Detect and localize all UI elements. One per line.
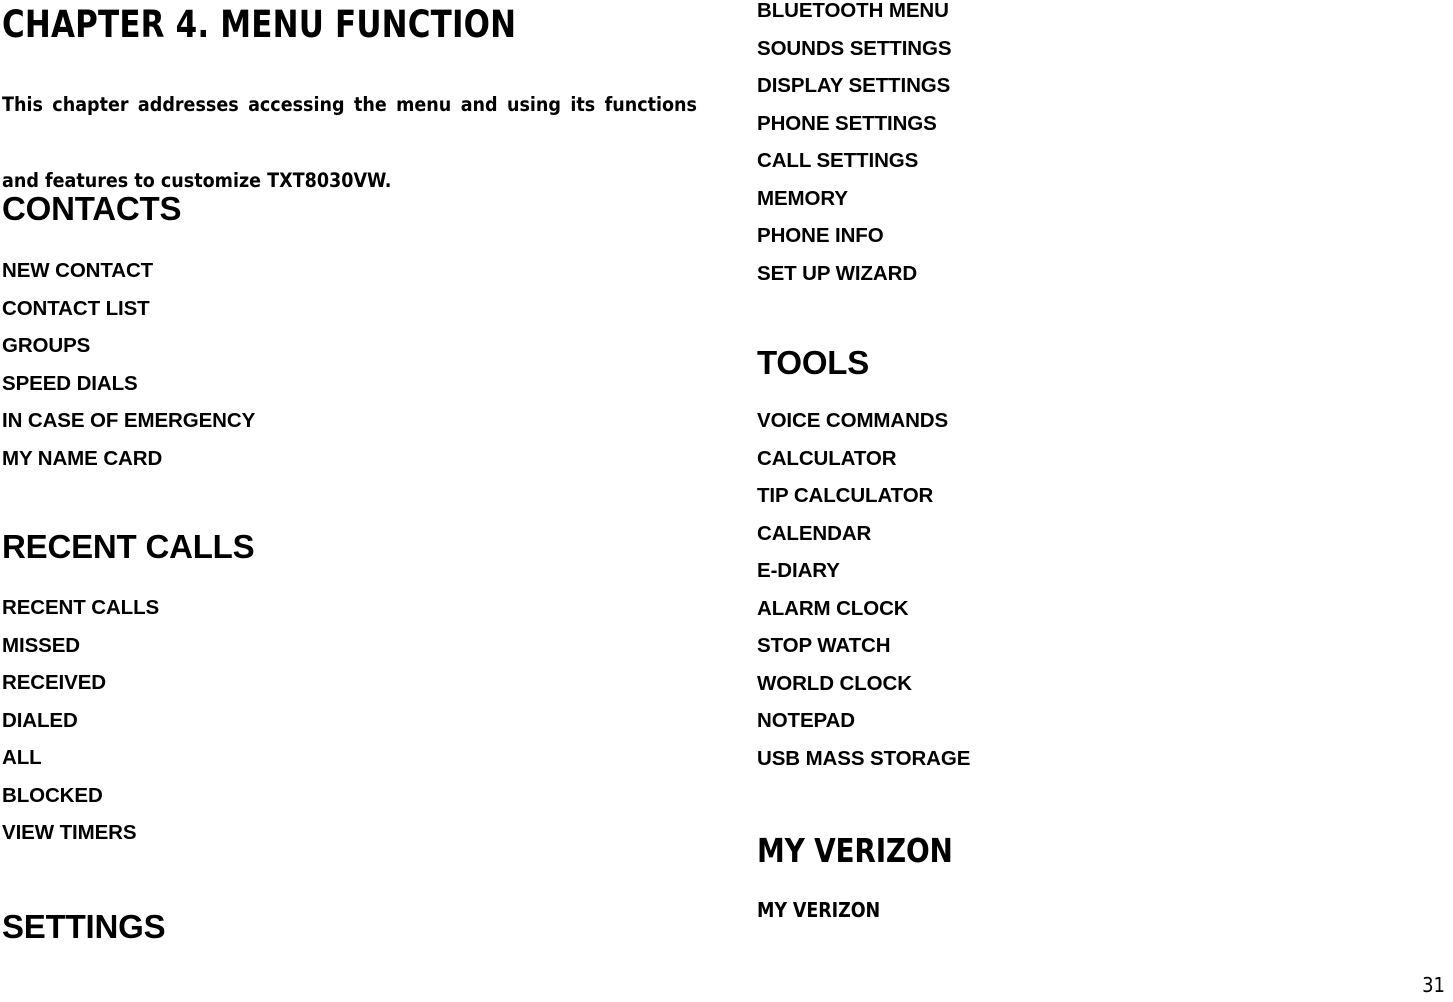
list-item[interactable]: ALARM CLOCK [757, 590, 970, 628]
list-item[interactable]: SET UP WIZARD [757, 255, 951, 293]
page-title: CHAPTER 4. MENU FUNCTION [2, 3, 517, 46]
section-heading-tools: TOOLS [757, 344, 870, 381]
list-item[interactable]: RECEIVED [2, 664, 159, 702]
list-item[interactable]: VIEW TIMERS [2, 814, 159, 852]
list-item[interactable]: CALCULATOR [757, 440, 970, 478]
list-item[interactable]: RECENT CALLS [2, 589, 159, 627]
list-item[interactable]: ALL [2, 739, 159, 777]
list-item[interactable]: DIALED [2, 702, 159, 740]
document-page: CHAPTER 4. MENU FUNCTION This chapter ad… [0, 0, 1453, 1002]
list-item[interactable]: BLUETOOTH MENU [757, 0, 951, 30]
menu-list-my-verizon: MY VERIZON [757, 892, 887, 930]
list-item[interactable]: E-DIARY [757, 552, 970, 590]
menu-list-recent-calls: RECENT CALLS MISSED RECEIVED DIALED ALL … [2, 589, 159, 852]
list-item[interactable]: TIP CALCULATOR [757, 477, 970, 515]
menu-list-settings: BLUETOOTH MENU SOUNDS SETTINGS DISPLAY S… [757, 0, 952, 293]
chapter-intro-paragraph: This chapter addresses accessing the men… [2, 86, 697, 200]
list-item[interactable]: BLOCKED [2, 777, 159, 815]
list-item[interactable]: STOP WATCH [757, 627, 970, 665]
list-item[interactable]: MY NAME CARD [2, 440, 255, 478]
page-number: 31 [1422, 973, 1445, 997]
list-item[interactable]: IN CASE OF EMERGENCY [2, 402, 255, 440]
list-item[interactable]: MEMORY [757, 180, 951, 218]
list-item[interactable]: WORLD CLOCK [757, 665, 970, 703]
list-item[interactable]: SOUNDS SETTINGS [757, 30, 952, 68]
left-column: CHAPTER 4. MENU FUNCTION This chapter ad… [2, 0, 702, 1002]
intro-line-1: This chapter addresses accessing the men… [2, 92, 697, 116]
list-item[interactable]: VOICE COMMANDS [757, 402, 970, 440]
list-item[interactable]: SPEED DIALS [2, 365, 255, 403]
list-item[interactable]: PHONE SETTINGS [757, 105, 951, 143]
list-item[interactable]: CONTACT LIST [2, 290, 255, 328]
list-item[interactable]: MY VERIZON [757, 892, 880, 930]
list-item[interactable]: DISPLAY SETTINGS [757, 67, 951, 105]
list-item[interactable]: CALENDAR [757, 515, 970, 553]
section-heading-settings: SETTINGS [2, 908, 166, 945]
right-column: BLUETOOTH MENU SOUNDS SETTINGS DISPLAY S… [757, 0, 1417, 1002]
list-item[interactable]: CALL SETTINGS [757, 142, 951, 180]
section-heading-recent-calls: RECENT CALLS [2, 528, 255, 565]
menu-list-tools: VOICE COMMANDS CALCULATOR TIP CALCULATOR… [757, 402, 970, 777]
list-item[interactable]: USB MASS STORAGE [757, 740, 970, 778]
section-heading-my-verizon: MY VERIZON [757, 831, 953, 870]
list-item[interactable]: NOTEPAD [757, 702, 970, 740]
list-item[interactable]: PHONE INFO [757, 217, 951, 255]
section-heading-contacts: CONTACTS [2, 190, 182, 227]
list-item[interactable]: NEW CONTACT [2, 252, 255, 290]
list-item[interactable]: GROUPS [2, 327, 255, 365]
list-item[interactable]: MISSED [2, 627, 159, 665]
menu-list-contacts: NEW CONTACT CONTACT LIST GROUPS SPEED DI… [2, 252, 255, 477]
